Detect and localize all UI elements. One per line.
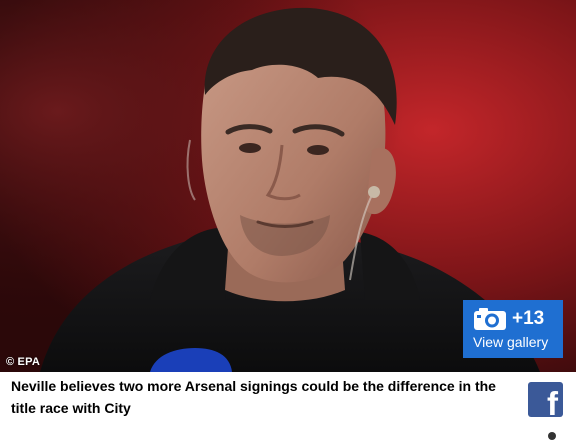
view-gallery-button[interactable]: +13 View gallery [463, 300, 563, 358]
facebook-icon: f [547, 385, 558, 417]
camera-icon [474, 308, 506, 330]
caption-bar: Neville believes two more Arsenal signin… [0, 372, 576, 440]
more-share-dot[interactable] [548, 432, 556, 440]
gallery-count: +13 [512, 308, 545, 329]
view-gallery-label: View gallery [473, 334, 549, 350]
facebook-share-button[interactable]: f [528, 382, 563, 417]
photo-caption: Neville believes two more Arsenal signin… [11, 378, 496, 416]
gallery-header: +13 [473, 307, 544, 331]
photo-credit: © EPA [6, 356, 40, 368]
